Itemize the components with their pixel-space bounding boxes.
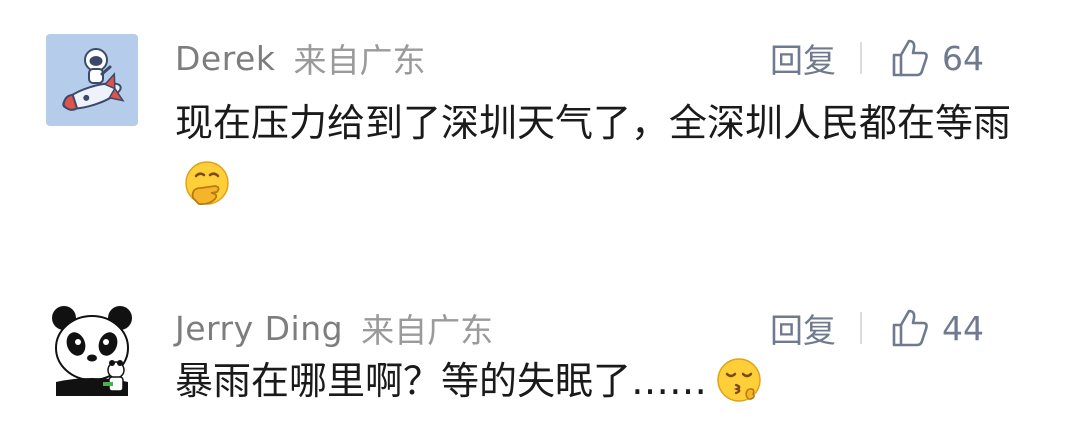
comment-text: 暴雨在哪里啊？等的失眠了…… bbox=[175, 350, 1015, 424]
comment-body: 现在压力给到了深圳天气了，全深圳人民都在等雨 bbox=[175, 101, 1012, 145]
region-label: 来自广东 bbox=[361, 311, 494, 350]
hand-over-mouth-emoji-icon bbox=[181, 158, 233, 228]
kissing-smiling-eyes-emoji-icon bbox=[713, 354, 765, 424]
reply-button[interactable]: 回复 bbox=[770, 304, 836, 352]
comment-meta: Derek 来自广东 bbox=[175, 36, 426, 81]
comment-item: Jerry Ding 来自广东 回复 44 暴雨在哪里啊？等的失眠了…… bbox=[0, 300, 1080, 425]
comment-text: 现在压力给到了深圳天气了，全深圳人民都在等雨 bbox=[175, 92, 1015, 228]
thumbs-up-icon bbox=[892, 309, 928, 347]
region-label: 来自广东 bbox=[293, 41, 426, 80]
nickname[interactable]: Derek bbox=[175, 39, 275, 78]
comment-item: Derek 来自广东 回复 64 现在压力给到了深圳天气了，全深圳人民都在等雨 bbox=[0, 30, 1080, 230]
divider bbox=[860, 42, 862, 74]
divider bbox=[860, 312, 862, 344]
nickname[interactable]: Jerry Ding bbox=[175, 309, 343, 348]
like-button[interactable]: 44 bbox=[888, 306, 984, 350]
like-count: 44 bbox=[942, 308, 984, 348]
like-button[interactable]: 64 bbox=[888, 36, 984, 80]
comment-actions: 回复 64 bbox=[770, 34, 984, 82]
comment-meta: Jerry Ding 来自广东 bbox=[175, 306, 494, 351]
avatar[interactable] bbox=[46, 34, 138, 126]
thumbs-up-icon bbox=[892, 39, 928, 77]
panda-icon bbox=[46, 304, 138, 396]
avatar[interactable] bbox=[46, 304, 138, 396]
like-count: 64 bbox=[942, 38, 984, 78]
comment-body: 暴雨在哪里啊？等的失眠了…… bbox=[175, 359, 708, 403]
reply-button[interactable]: 回复 bbox=[770, 34, 836, 82]
astronaut-rocket-icon bbox=[46, 34, 138, 126]
comment-actions: 回复 44 bbox=[770, 304, 984, 352]
